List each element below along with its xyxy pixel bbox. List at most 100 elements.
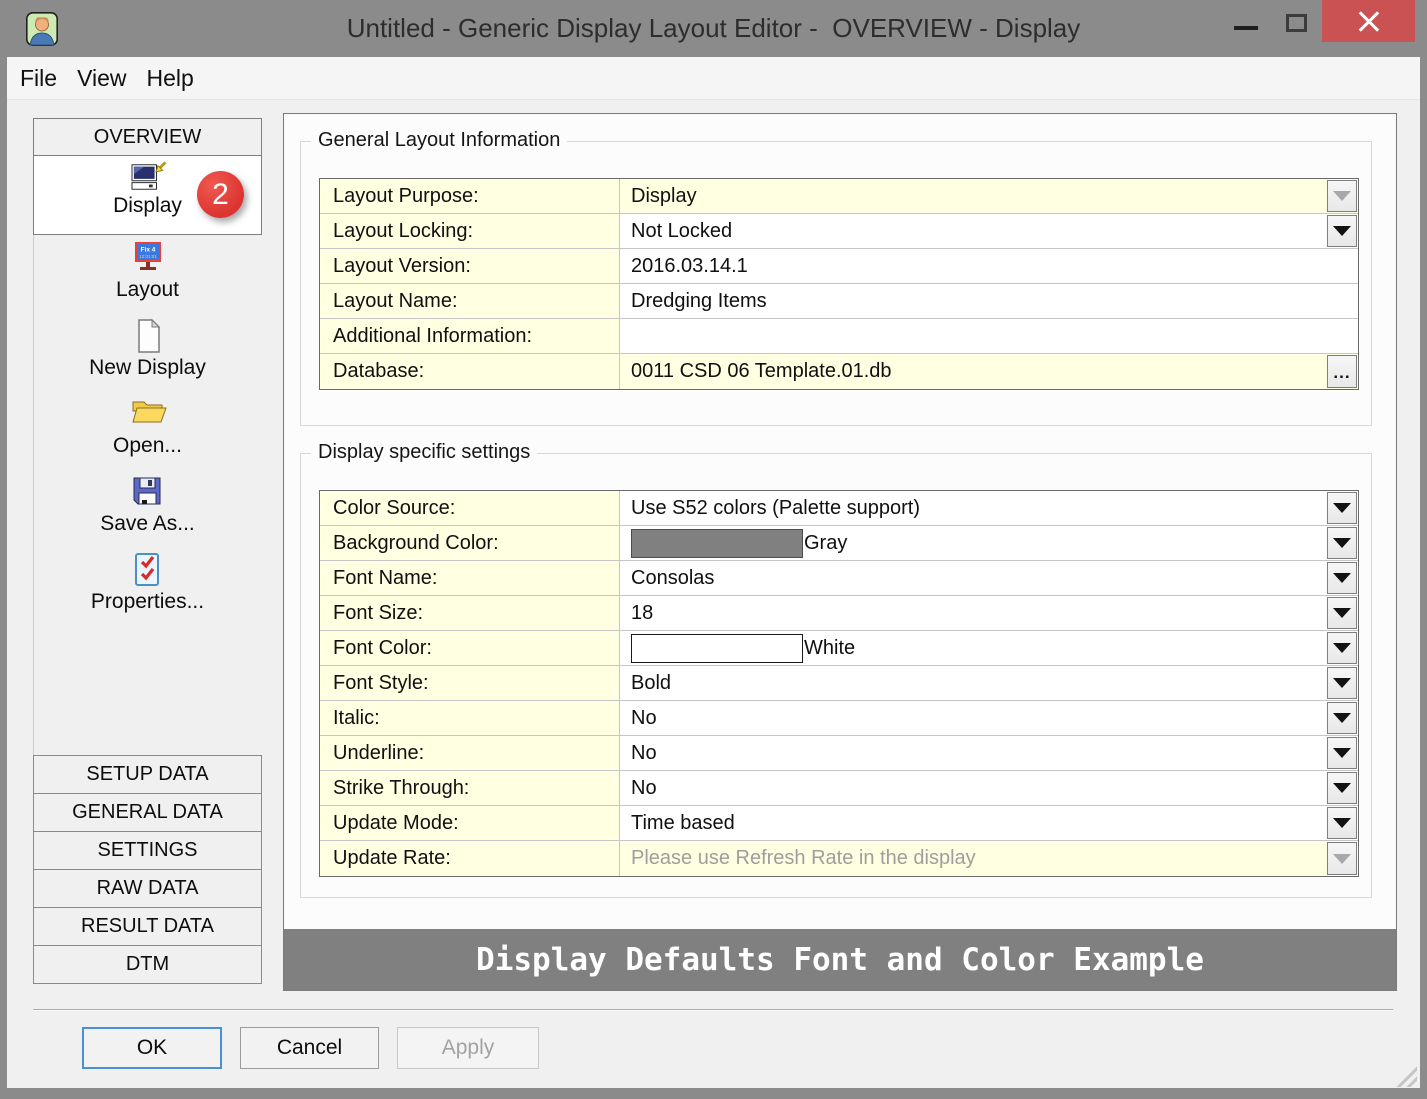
dropdown-button[interactable] <box>1327 772 1357 804</box>
property-row-layout-locking: Layout Locking: Not Locked <box>320 214 1358 249</box>
sidebar-button-result-data[interactable]: RESULT DATA <box>33 907 262 946</box>
dropdown-button[interactable] <box>1327 215 1357 247</box>
property-value-text: 2016.03.14.1 <box>631 255 748 278</box>
property-value-field[interactable]: Bold <box>620 666 1358 700</box>
sidebar-item-layout[interactable]: Fix 412:31:01Layout <box>33 240 262 302</box>
dialog-window: Untitled - Generic Display Layout Editor… <box>0 0 1427 1099</box>
property-row-strike-through: Strike Through:No <box>320 771 1358 806</box>
sidebar-button-setup-data[interactable]: SETUP DATA <box>33 755 262 794</box>
property-value-text: No <box>631 777 657 800</box>
property-value-text: No <box>631 707 657 730</box>
property-row-background-color: Background Color:Gray <box>320 526 1358 561</box>
dropdown-button-disabled <box>1327 842 1357 875</box>
sidebar-items: Fix 412:31:01Layout New Display Open... Sav… <box>33 240 262 630</box>
step-badge: 2 <box>197 171 244 218</box>
ok-button[interactable]: OK <box>82 1027 222 1069</box>
property-value-text: Please use Refresh Rate in the display <box>631 847 976 870</box>
sidebar-button-settings[interactable]: SETTINGS <box>33 831 262 870</box>
property-value-text: Not Locked <box>631 220 732 243</box>
dropdown-button[interactable] <box>1327 562 1357 594</box>
dropdown-button[interactable] <box>1327 807 1357 839</box>
sidebar-item-label: Save As... <box>100 512 195 536</box>
dropdown-button[interactable] <box>1327 632 1357 664</box>
group-title: Display specific settings <box>311 441 537 464</box>
property-value-field[interactable]: Use S52 colors (Palette support) <box>620 491 1358 525</box>
property-value-field[interactable]: No <box>620 771 1358 805</box>
property-value-field[interactable]: Gray <box>620 526 1358 560</box>
sidebar-button-dtm[interactable]: DTM <box>33 945 262 984</box>
property-value-field[interactable]: No <box>620 701 1358 735</box>
sidebar-item-new-display[interactable]: New Display <box>33 318 262 380</box>
property-value-text: White <box>804 637 855 660</box>
group-general-layout: General Layout Information Layout Purpos… <box>300 141 1372 426</box>
main-panel: General Layout Information Layout Purpos… <box>283 113 1397 991</box>
property-label: Layout Locking: <box>320 214 620 248</box>
sidebar-item-save-as[interactable]: Save As... <box>33 474 262 536</box>
sidebar-button-raw-data[interactable]: RAW DATA <box>33 869 262 908</box>
maximize-button[interactable] <box>1278 0 1322 42</box>
sidebar-header-overview[interactable]: OVERVIEW <box>33 118 262 156</box>
property-row-layout-purpose: Layout Purpose:Display <box>320 179 1358 214</box>
property-value-text: 18 <box>631 602 653 625</box>
chevron-down-icon <box>1333 854 1351 864</box>
menu-help[interactable]: Help <box>137 65 204 92</box>
property-row-layout-name: Layout Name:Dredging Items <box>320 284 1358 319</box>
save-floppy-icon <box>130 474 166 510</box>
property-row-font-style: Font Style:Bold <box>320 666 1358 701</box>
sidebar-item-properties[interactable]: Properties... <box>33 552 262 614</box>
property-value-field[interactable] <box>620 319 1358 353</box>
property-value-text: 0011 CSD 06 Template.01.db <box>631 360 892 383</box>
property-value-text: Use S52 colors (Palette support) <box>631 497 920 520</box>
dropdown-button[interactable] <box>1327 667 1357 699</box>
menu-view[interactable]: View <box>67 65 136 92</box>
title-bar: Untitled - Generic Display Layout Editor… <box>0 0 1427 57</box>
chevron-down-icon <box>1333 713 1351 723</box>
footer-divider <box>33 1009 1393 1011</box>
chevron-down-icon <box>1333 818 1351 828</box>
property-value-field[interactable]: Dredging Items <box>620 284 1358 318</box>
sidebar-button-general-data[interactable]: GENERAL DATA <box>33 793 262 832</box>
property-value-field[interactable]: No <box>620 736 1358 770</box>
property-row-italic: Italic: No <box>320 701 1358 736</box>
property-label: Additional Information: <box>320 319 620 353</box>
property-row-color-source: Color Source:Use S52 colors (Palette sup… <box>320 491 1358 526</box>
minimize-button[interactable] <box>1228 0 1272 42</box>
property-value-field: 0011 CSD 06 Template.01.db... <box>620 354 1358 389</box>
new-display-icon <box>130 318 166 354</box>
property-value-text: Time based <box>631 812 735 835</box>
group-title: General Layout Information <box>311 129 567 152</box>
close-button[interactable] <box>1322 0 1415 42</box>
browse-button[interactable]: ... <box>1327 355 1357 388</box>
menu-file[interactable]: File <box>20 65 67 92</box>
property-value-field[interactable]: 2016.03.14.1 <box>620 249 1358 283</box>
dropdown-button[interactable] <box>1327 492 1357 524</box>
dropdown-button[interactable] <box>1327 597 1357 629</box>
sidebar-item-open[interactable]: Open... <box>33 396 262 458</box>
minimize-icon <box>1234 26 1258 30</box>
sidebar-item-display[interactable]: Display 2 <box>33 155 262 235</box>
property-value-text: Bold <box>631 672 671 695</box>
dropdown-button[interactable] <box>1327 737 1357 769</box>
chevron-down-icon <box>1333 191 1351 201</box>
property-value-field: Please use Refresh Rate in the display <box>620 841 1358 876</box>
cancel-button[interactable]: Cancel <box>240 1027 379 1069</box>
dropdown-button[interactable] <box>1327 527 1357 559</box>
property-value-field[interactable]: 18 <box>620 596 1358 630</box>
property-value-field[interactable]: Time based <box>620 806 1358 840</box>
property-label: Italic: <box>320 701 620 735</box>
property-label: Font Size: <box>320 596 620 630</box>
property-value-field[interactable]: Not Locked <box>620 214 1358 248</box>
chevron-down-icon <box>1333 226 1351 236</box>
chevron-down-icon <box>1333 678 1351 688</box>
property-value-field[interactable]: Consolas <box>620 561 1358 595</box>
menu-bar: FileViewHelp <box>7 57 1420 100</box>
group-display-settings: Display specific settings Color Source:U… <box>300 453 1372 898</box>
property-value-field[interactable]: White <box>620 631 1358 665</box>
property-row-database: Database:0011 CSD 06 Template.01.db... <box>320 354 1358 389</box>
sidebar-item-label: Layout <box>116 278 179 302</box>
property-label: Underline: <box>320 736 620 770</box>
property-value-text: Gray <box>804 532 847 555</box>
property-value-text: Dredging Items <box>631 290 767 313</box>
sidebar-section-buttons: SETUP DATAGENERAL DATASETTINGSRAW DATARE… <box>33 755 262 984</box>
dropdown-button[interactable] <box>1327 702 1357 734</box>
